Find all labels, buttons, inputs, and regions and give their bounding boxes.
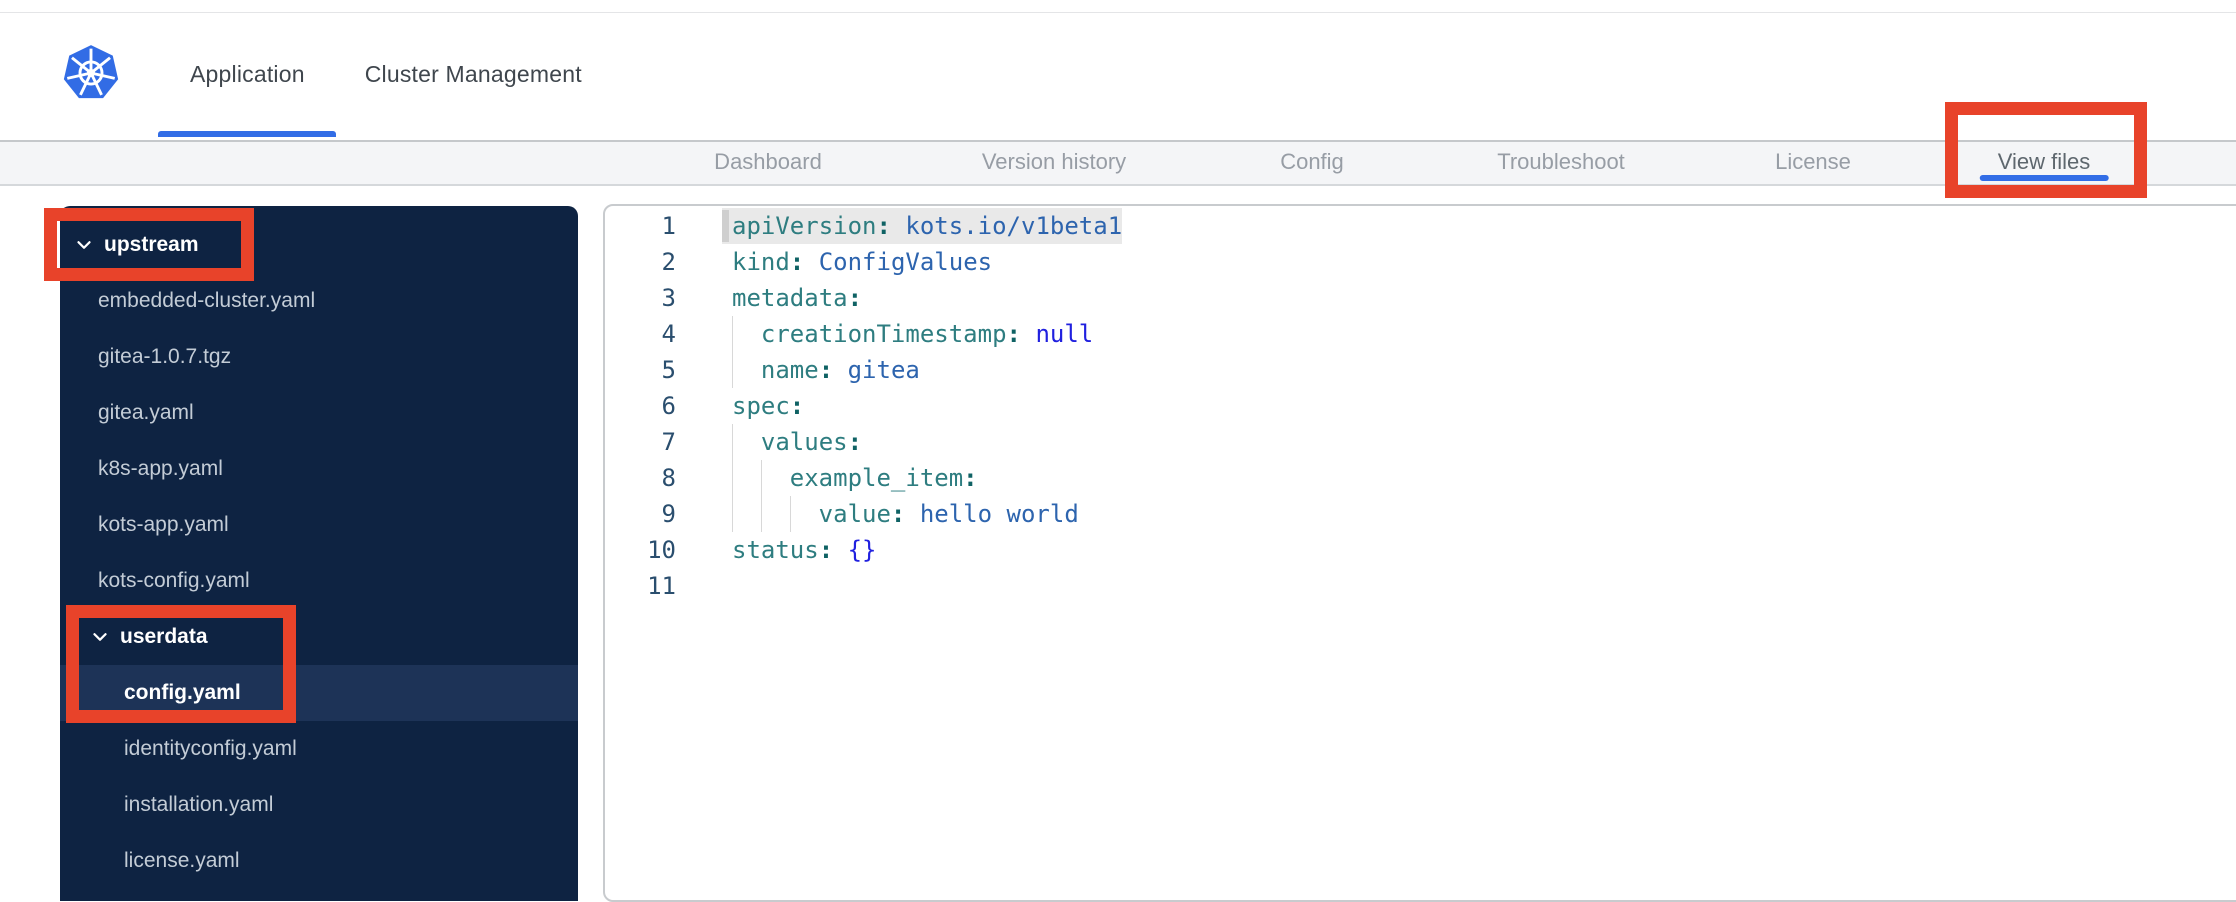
line-number: 1	[661, 212, 676, 240]
tree-item-label: kots-app.yaml	[98, 513, 229, 536]
tree-item-label: upstream	[104, 233, 199, 256]
line-number: 11	[647, 572, 676, 600]
tree-file-embedded-cluster-yaml[interactable]: embedded-cluster.yaml	[60, 273, 578, 329]
code-text: metadata:	[732, 284, 863, 312]
tree-folder-userdata[interactable]: userdata	[60, 609, 578, 665]
code-text: spec:	[732, 392, 805, 420]
line-number: 7	[661, 428, 676, 456]
nav-tab-config[interactable]: Config	[1280, 142, 1344, 184]
code-line-11: 11	[605, 568, 2236, 604]
indent-guide	[732, 316, 761, 352]
code-text: creationTimestamp: null	[732, 316, 1093, 352]
tree-folder-upstream[interactable]: upstream	[60, 217, 578, 273]
indent-guide	[732, 460, 761, 496]
window-top-strip	[0, 0, 2236, 13]
line-number: 2	[661, 248, 676, 276]
tree-file-kots-config-yaml[interactable]: kots-config.yaml	[60, 553, 578, 609]
indent-guide	[761, 460, 790, 496]
chevron-down-icon	[73, 234, 95, 256]
code-line-1: 1 apiVersion: kots.io/v1beta1	[605, 208, 2236, 244]
nav-tab-version-history[interactable]: Version history	[982, 142, 1126, 184]
line-number: 3	[661, 284, 676, 312]
header-tab-application[interactable]: Application	[158, 13, 336, 140]
code-line-2: 2 kind: ConfigValues	[605, 244, 2236, 280]
tree-file-license-yaml[interactable]: license.yaml	[60, 833, 578, 889]
code-text: status: {}	[732, 536, 877, 564]
tree-item-label: license.yaml	[124, 849, 240, 872]
tree-item-label: kots-config.yaml	[98, 569, 250, 592]
line-number: 5	[661, 356, 676, 384]
tree-file-gitea-1-0-7-tgz[interactable]: gitea-1.0.7.tgz	[60, 329, 578, 385]
code-line-4: 4 creationTimestamp: null	[605, 316, 2236, 352]
nav-tab-view-files[interactable]: View files	[1979, 142, 2108, 184]
code-line-10: 10 status: {}	[605, 532, 2236, 568]
code-text: values:	[732, 424, 862, 460]
tree-file-installation-yaml[interactable]: installation.yaml	[60, 777, 578, 833]
code-editor[interactable]: 1 apiVersion: kots.io/v1beta1 2 kind: Confi…	[603, 204, 2236, 902]
code-line-3: 3 metadata:	[605, 280, 2236, 316]
nav-tab-dashboard[interactable]: Dashboard	[714, 142, 822, 184]
tree-item-label: gitea-1.0.7.tgz	[98, 345, 232, 368]
indent-guide	[790, 496, 819, 532]
tree-file-config-yaml[interactable]: config.yaml	[60, 665, 578, 721]
indent-guide	[732, 424, 761, 460]
tree-item-label: installation.yaml	[124, 793, 274, 816]
tree-item-label: gitea.yaml	[98, 401, 194, 424]
indent-guide	[732, 352, 761, 388]
app-header: Application Cluster Management	[0, 13, 2236, 142]
code-line-8: 8 example_item:	[605, 460, 2236, 496]
header-tab-bar: Application Cluster Management	[158, 13, 582, 140]
header-tab-cluster-management[interactable]: Cluster Management	[365, 13, 582, 140]
code-line-7: 7 values:	[605, 424, 2236, 460]
line-number: 8	[661, 464, 676, 492]
chevron-down-icon	[89, 626, 111, 648]
code-line-9: 9 value: hello world	[605, 496, 2236, 532]
line-number: 4	[661, 320, 676, 348]
line-number: 10	[647, 536, 676, 564]
indent-guide	[732, 496, 761, 532]
secondary-nav: Dashboard Version history Config Troublesho…	[0, 142, 2236, 186]
file-tree-sidebar: upstream embedded-cluster.yaml gitea-1.0.7…	[60, 206, 578, 901]
line-number: 6	[661, 392, 676, 420]
code-text: example_item:	[732, 460, 978, 496]
code-text: name: gitea	[732, 352, 920, 388]
tree-item-label: identityconfig.yaml	[124, 737, 297, 760]
tree-file-gitea-yaml[interactable]: gitea.yaml	[60, 385, 578, 441]
code-text: value: hello world	[732, 496, 1079, 532]
nav-tab-license[interactable]: License	[1775, 142, 1851, 184]
tree-file-identityconfig-yaml[interactable]: identityconfig.yaml	[60, 721, 578, 777]
tree-file-k8s-app-yaml[interactable]: k8s-app.yaml	[60, 441, 578, 497]
tree-item-label: config.yaml	[124, 681, 241, 704]
indent-guide	[761, 496, 790, 532]
code-text: apiVersion: kots.io/v1beta1	[721, 208, 1123, 244]
code-text: kind: ConfigValues	[732, 248, 993, 276]
code-lines: 1 apiVersion: kots.io/v1beta1 2 kind: Confi…	[605, 208, 2236, 604]
nav-tab-troubleshoot[interactable]: Troubleshoot	[1497, 142, 1625, 184]
code-line-6: 6 spec:	[605, 388, 2236, 424]
code-line-5: 5 name: gitea	[605, 352, 2236, 388]
tree-file-kots-app-yaml[interactable]: kots-app.yaml	[60, 497, 578, 553]
tree-item-label: k8s-app.yaml	[98, 457, 223, 480]
tree-item-label: embedded-cluster.yaml	[98, 289, 316, 312]
tree-item-label: userdata	[120, 625, 208, 648]
line-number: 9	[661, 500, 676, 528]
kubernetes-logo-icon	[62, 41, 120, 105]
